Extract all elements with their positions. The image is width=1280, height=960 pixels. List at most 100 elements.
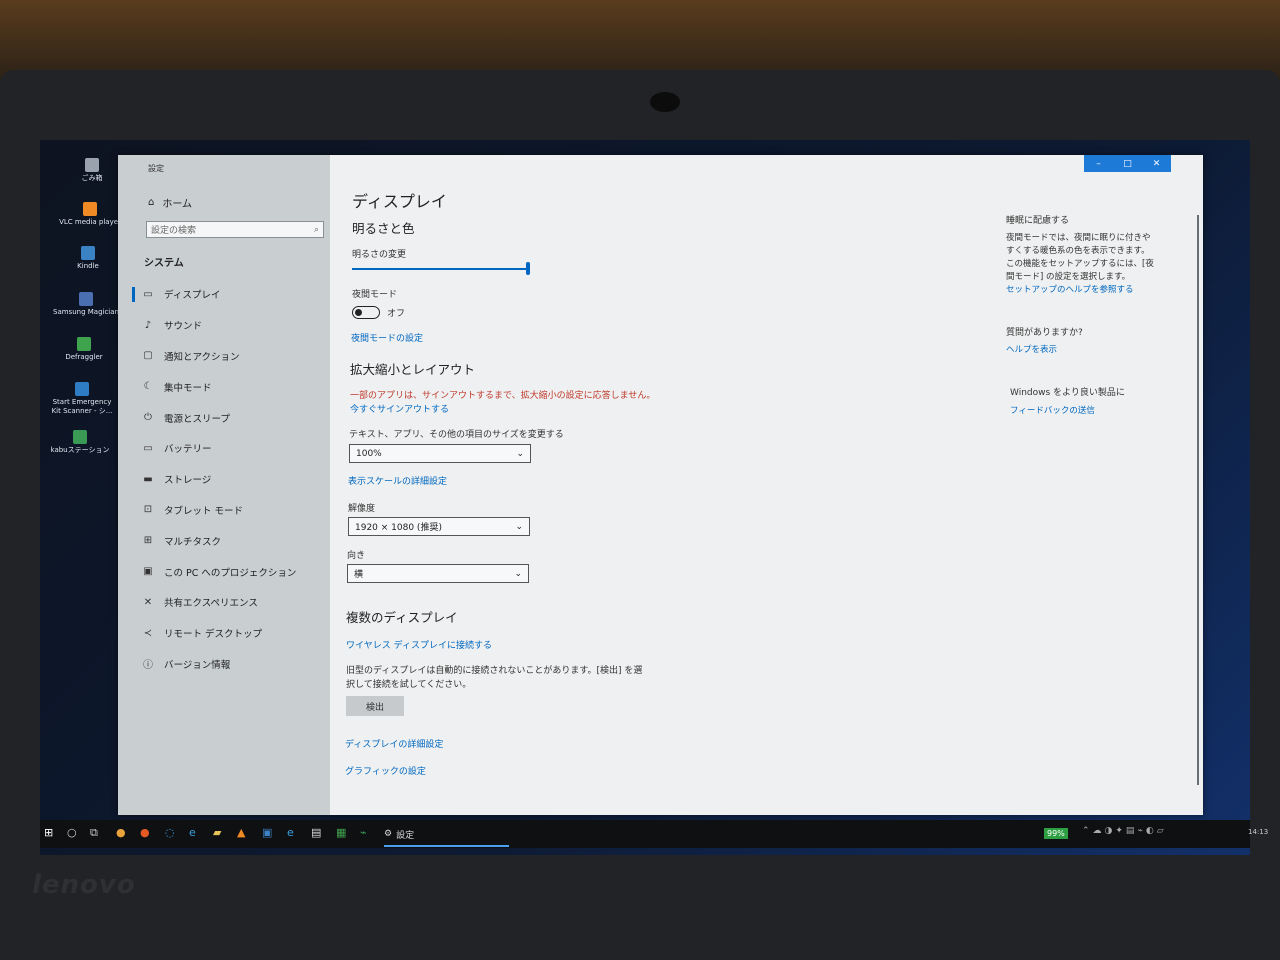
orientation-select[interactable]: 横 ⌄: [347, 564, 529, 583]
desktop-icon-defraggler[interactable]: Defraggler: [49, 337, 119, 362]
desktop-icon-label: Kindle: [77, 262, 99, 270]
taskbar: ⊞ ○ ⧉ ● ● ◌ e ▰ ▲ ▣ e ▤ ▦ ⌁ ⚙ 設定 99% ⌃☁◑…: [40, 820, 1268, 848]
window-controls: – □ ✕: [1084, 155, 1171, 172]
remote-icon: ≺: [143, 627, 153, 639]
sidebar-item-power[interactable]: ⏻ 電源とスリープ: [132, 402, 330, 433]
sidebar-item-sound[interactable]: ♪ サウンド: [132, 310, 330, 341]
search-input[interactable]: 設定の検索 ⌕: [146, 221, 324, 238]
improve-heading: Windows をより良い製品に: [1010, 388, 1125, 398]
brightness-heading: 明るさと色: [352, 221, 415, 236]
sidebar-item-about[interactable]: ⓘ バージョン情報: [132, 649, 330, 680]
cortana-icon[interactable]: ○: [67, 826, 77, 839]
brightness-label: 明るさの変更: [352, 250, 407, 260]
desktop-icon-label: ごみ箱: [81, 174, 103, 182]
scanner-icon: [75, 382, 89, 396]
search-placeholder: 設定の検索: [151, 226, 197, 236]
system-tray[interactable]: ⌃☁◑✦▤⌁◐▱: [1082, 826, 1167, 836]
kindle-taskbar-icon[interactable]: ▣: [262, 826, 272, 839]
battery-indicator[interactable]: 99%: [1044, 828, 1068, 839]
edge-icon[interactable]: e: [287, 826, 294, 839]
graphics-settings-link[interactable]: グラフィックの設定: [345, 764, 426, 777]
help-link[interactable]: ヘルプを表示: [1006, 344, 1057, 357]
sidebar-item-label: ディスプレイ: [164, 290, 221, 302]
resolution-select[interactable]: 1920 × 1080 (推奨) ⌄: [348, 517, 530, 536]
taskbar-clock[interactable]: 14:13: [1248, 828, 1268, 836]
notification-icon: ▢: [143, 350, 153, 362]
app-icon[interactable]: ◌: [165, 826, 175, 839]
task-view-icon[interactable]: ⧉: [90, 826, 98, 840]
samsung-icon: [79, 292, 93, 306]
ie-icon[interactable]: e: [189, 826, 196, 839]
projection-icon: ▣: [143, 566, 153, 578]
start-windows-icon[interactable]: ⊞: [44, 826, 53, 839]
taskbar-settings-app[interactable]: ⚙ 設定: [384, 820, 509, 848]
brightness-slider-thumb[interactable]: [526, 262, 530, 275]
sidebar-item-projection[interactable]: ▣ この PC へのプロジェクション: [132, 556, 330, 587]
sidebar-section-title: システム: [144, 258, 184, 269]
signout-link[interactable]: 今すぐサインアウトする: [350, 402, 449, 415]
sidebar-item-focus[interactable]: ☾ 集中モード: [132, 371, 330, 402]
sidebar-item-label: リモート デスクトップ: [164, 629, 263, 641]
wireless-display-link[interactable]: ワイヤレス ディスプレイに接続する: [346, 638, 492, 651]
minimize-button[interactable]: –: [1084, 155, 1113, 172]
sleep-text: 夜間モードでは、夜間に眠りに付きやすくする暖色系の色を表示できます。この機能をセ…: [1006, 233, 1154, 282]
sidebar-item-label: サウンド: [164, 321, 203, 333]
kabu-taskbar-icon[interactable]: ⌁: [360, 826, 367, 839]
sidebar-item-multitask[interactable]: ⊞ マルチタスク: [132, 525, 330, 556]
advanced-display-link[interactable]: ディスプレイの詳細設定: [345, 737, 443, 750]
desktop-icon-scanner[interactable]: Start Emergency Kit Scanner - シ...: [47, 382, 117, 416]
sleep-help-link[interactable]: セットアップのヘルプを参照する: [1006, 284, 1134, 297]
desktop-icon-kabu[interactable]: kabuステーション: [45, 430, 115, 455]
sidebar-item-label: マルチタスク: [164, 536, 222, 548]
desktop-icon-samsung[interactable]: Samsung Magician: [51, 292, 121, 317]
sidebar-item-label: バージョン情報: [164, 659, 231, 671]
multi-display-heading: 複数のディスプレイ: [346, 610, 458, 625]
orientation-select-value: 横: [354, 570, 364, 580]
battery-icon: ▭: [143, 442, 153, 454]
folder-icon[interactable]: ▰: [213, 826, 221, 839]
sidebar-item-storage[interactable]: ▬ ストレージ: [132, 464, 330, 495]
advanced-scale-link[interactable]: 表示スケールの詳細設定: [348, 474, 447, 487]
scrollbar[interactable]: [1197, 215, 1199, 785]
vlc-taskbar-icon[interactable]: ▲: [237, 826, 245, 839]
search-icon: ⌕: [313, 224, 319, 235]
sidebar-item-display[interactable]: ▭ ディスプレイ: [132, 279, 330, 310]
sidebar-item-shared[interactable]: ✕ 共有エクスペリエンス: [132, 587, 330, 618]
defraggler-taskbar-icon[interactable]: ▦: [336, 826, 346, 839]
desktop-icon-label: Samsung Magician: [53, 308, 119, 316]
sidebar-item-tablet[interactable]: ⊡ タブレット モード: [132, 495, 330, 526]
size-select[interactable]: 100% ⌄: [349, 444, 531, 463]
night-mode-state: オフ: [387, 309, 406, 319]
multitask-icon: ⊞: [143, 535, 153, 547]
brand-logo: lenovo: [32, 870, 136, 900]
sidebar: 設定 ⌂ ホーム 設定の検索 ⌕ システム ▭ ディスプレイ ♪ サウンド ▢ 通知と…: [118, 155, 330, 815]
sidebar-nav: ▭ ディスプレイ ♪ サウンド ▢ 通知とアクション ☾ 集中モード ⏻ 電源とスリープ …: [132, 279, 330, 679]
toggle-knob: [355, 309, 362, 316]
chrome-icon[interactable]: ●: [116, 826, 126, 839]
chevron-down-icon: ⌄: [516, 448, 524, 459]
sidebar-item-remote[interactable]: ≺ リモート デスクトップ: [132, 618, 330, 649]
sidebar-item-battery[interactable]: ▭ バッテリー: [132, 433, 330, 464]
desktop-icon-kindle[interactable]: Kindle: [53, 246, 123, 271]
desktop-icon-recycle-bin[interactable]: ごみ箱: [57, 158, 127, 183]
gear-icon: ⚙: [384, 829, 393, 839]
size-label: テキスト、アプリ、その他の項目のサイズを変更する: [349, 430, 564, 440]
night-mode-toggle[interactable]: [352, 306, 380, 319]
storage-icon: ▬: [143, 473, 153, 485]
night-mode-settings-link[interactable]: 夜間モードの設定: [351, 331, 423, 344]
detect-button[interactable]: 検出: [346, 696, 404, 716]
page-title: ディスプレイ: [352, 192, 447, 211]
scale-warning: 一部のアプリは、サインアウトするまで、拡大縮小の設定に応答しません。: [350, 391, 656, 401]
sidebar-item-notifications[interactable]: ▢ 通知とアクション: [132, 341, 330, 372]
night-mode-label: 夜間モード: [352, 290, 398, 300]
sidebar-home[interactable]: ⌂ ホーム: [148, 195, 192, 210]
close-button[interactable]: ✕: [1142, 155, 1171, 172]
store-icon[interactable]: ▤: [311, 826, 321, 839]
brightness-slider[interactable]: [352, 262, 530, 275]
firefox-icon[interactable]: ●: [140, 826, 150, 839]
maximize-button[interactable]: □: [1113, 155, 1142, 172]
vlc-icon: [83, 202, 97, 216]
sound-icon: ♪: [144, 319, 152, 331]
feedback-link[interactable]: フィードバックの送信: [1010, 405, 1095, 418]
desktop-icon-vlc[interactable]: VLC media player: [55, 202, 125, 227]
